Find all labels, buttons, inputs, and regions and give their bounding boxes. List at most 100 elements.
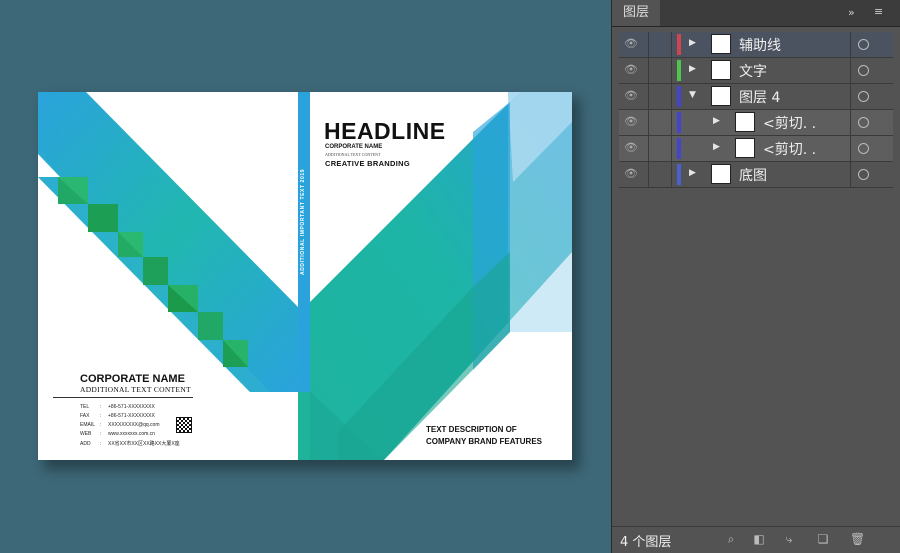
layer-row[interactable]: 👁 ▶ <剪切. . <box>619 110 893 136</box>
target-circle-icon[interactable] <box>858 39 869 50</box>
layer-row[interactable]: 👁 ▶ 底图 <box>619 162 893 188</box>
layers-panel: 图层 » ≡ 👁 ▶ 辅助线 👁 ▶ 文字 👁 ▼ 图层 4 👁 ▶ <剪切. . 👁 ▶ <剪切. . 👁 ▶… <box>611 0 900 553</box>
description-line-2: COMPANY BRAND FEATURES <box>426 437 543 446</box>
expand-right-icon[interactable]: ▶ <box>689 38 696 48</box>
layer-thumbnail <box>735 138 755 158</box>
create-sublayer-icon[interactable]: ⤷ <box>782 532 796 546</box>
contact-separator: : <box>100 413 102 419</box>
contact-row: TEL: +86-571-XXXXXXXX <box>80 404 155 410</box>
contact-separator: : <box>100 431 102 437</box>
divider-line <box>53 397 193 398</box>
expand-right-icon[interactable]: ▶ <box>689 168 696 178</box>
column-divider <box>850 136 851 161</box>
additional-text-small: ADDITIONAL TEXT CONTENT <box>325 152 381 157</box>
column-divider <box>850 58 851 83</box>
visibility-eye-icon[interactable]: 👁 <box>624 116 638 128</box>
layer-name[interactable]: 图层 4 <box>739 87 780 107</box>
contact-value: www.xxxxxxx.com.cn <box>108 431 155 437</box>
contact-row: FAX: +86-571-XXXXXXXX <box>80 413 155 419</box>
contact-label: FAX <box>80 413 90 419</box>
column-divider <box>671 32 672 57</box>
layer-row[interactable]: 👁 ▶ 文字 <box>619 58 893 84</box>
make-clipping-mask-icon[interactable]: ◧ <box>752 532 766 546</box>
target-circle-icon[interactable] <box>858 143 869 154</box>
contact-value: XXXXXXXXX@qq.com <box>108 422 160 428</box>
layer-row[interactable]: 👁 ▶ <剪切. . <box>619 136 893 162</box>
locate-object-icon[interactable]: ⌕ <box>724 532 738 546</box>
spine-text: ADDITIONAL IMPORTANT TEXT 2019 <box>300 169 306 275</box>
target-circle-icon[interactable] <box>858 117 869 128</box>
layer-name[interactable]: 辅助线 <box>739 35 781 55</box>
layer-name[interactable]: <剪切. . <box>763 113 816 133</box>
delete-layer-icon[interactable]: 🗑 <box>850 532 865 546</box>
layer-thumbnail <box>735 112 755 132</box>
lock-toggle[interactable] <box>648 136 649 161</box>
layer-row[interactable]: 👁 ▼ 图层 4 <box>619 84 893 110</box>
panel-footer: 4 个图层 ⌕ ◧ ⤷ ❏ 🗑 <box>612 526 900 553</box>
contact-row: WEB: www.xxxxxxx.com.cn <box>80 431 155 437</box>
artboard-canvas[interactable]: HEADLINE CORPORATE NAME ADDITIONAL TEXT … <box>0 0 608 553</box>
target-circle-icon[interactable] <box>858 65 869 76</box>
contact-separator: : <box>100 422 102 428</box>
column-divider <box>671 110 672 135</box>
contact-row: ADD: XX省XX市XX区XX路XX大厦X座 <box>80 440 180 447</box>
column-divider <box>850 84 851 109</box>
column-divider <box>850 32 851 57</box>
layer-name[interactable]: 文字 <box>739 61 767 81</box>
expand-down-icon[interactable]: ▼ <box>689 90 696 100</box>
lock-toggle[interactable] <box>648 162 649 187</box>
panel-menu-icon[interactable]: ≡ <box>874 5 883 18</box>
column-divider <box>671 84 672 109</box>
visibility-eye-icon[interactable]: 👁 <box>624 142 638 154</box>
layer-name[interactable]: 底图 <box>739 165 767 185</box>
layer-row[interactable]: 👁 ▶ 辅助线 <box>619 32 893 58</box>
expand-right-icon[interactable]: ▶ <box>713 142 720 152</box>
tab-layers[interactable]: 图层 <box>612 0 660 26</box>
contact-row: EMAIL: XXXXXXXXX@qq.com <box>80 422 160 428</box>
visibility-eye-icon[interactable]: 👁 <box>624 168 638 180</box>
column-divider <box>850 110 851 135</box>
target-circle-icon[interactable] <box>858 91 869 102</box>
visibility-eye-icon[interactable]: 👁 <box>624 64 638 76</box>
contact-value: XX省XX市XX区XX路XX大厦X座 <box>108 441 180 447</box>
visibility-eye-icon[interactable]: 👁 <box>624 90 638 102</box>
layer-color-swatch <box>677 112 681 133</box>
create-new-layer-icon[interactable]: ❏ <box>816 532 830 546</box>
layer-count: 4 个图层 <box>620 535 672 550</box>
contact-separator: : <box>100 404 102 410</box>
lock-toggle[interactable] <box>648 32 649 57</box>
description-line-1: TEXT DESCRIPTION OF <box>426 425 517 434</box>
layer-color-swatch <box>677 138 681 159</box>
layer-name[interactable]: <剪切. . <box>763 139 816 159</box>
additional-text: ADDITIONAL TEXT CONTENT <box>80 385 191 394</box>
corporate-name: CORPORATE NAME <box>80 373 185 385</box>
contact-label: EMAIL <box>80 422 96 428</box>
column-divider <box>671 58 672 83</box>
column-divider <box>671 162 672 187</box>
collapse-panel-icon[interactable]: » <box>848 6 855 19</box>
layer-color-swatch <box>677 34 681 55</box>
layer-color-swatch <box>677 86 681 107</box>
corporate-name-small: CORPORATE NAME <box>325 144 383 150</box>
expand-right-icon[interactable]: ▶ <box>689 64 696 74</box>
contact-value: +86-571-XXXXXXXX <box>108 413 155 419</box>
book-cover-artwork[interactable]: HEADLINE CORPORATE NAME ADDITIONAL TEXT … <box>38 92 572 460</box>
qr-code-icon <box>176 417 192 433</box>
column-divider <box>671 136 672 161</box>
contact-label: WEB <box>80 431 92 437</box>
layer-thumbnail <box>711 34 731 54</box>
layer-thumbnail <box>711 60 731 80</box>
layer-thumbnail <box>711 86 731 106</box>
headline-title: HEADLINE <box>324 118 446 144</box>
lock-toggle[interactable] <box>648 84 649 109</box>
layer-thumbnail <box>711 164 731 184</box>
column-divider <box>850 162 851 187</box>
expand-right-icon[interactable]: ▶ <box>713 116 720 126</box>
layer-list: 👁 ▶ 辅助线 👁 ▶ 文字 👁 ▼ 图层 4 👁 ▶ <剪切. . 👁 ▶ <剪切. . 👁 ▶ 底图 <box>619 32 893 188</box>
contact-label: ADD <box>80 441 91 447</box>
visibility-eye-icon[interactable]: 👁 <box>624 38 638 50</box>
lock-toggle[interactable] <box>648 58 649 83</box>
contact-separator: : <box>100 441 102 447</box>
lock-toggle[interactable] <box>648 110 649 135</box>
target-circle-icon[interactable] <box>858 169 869 180</box>
